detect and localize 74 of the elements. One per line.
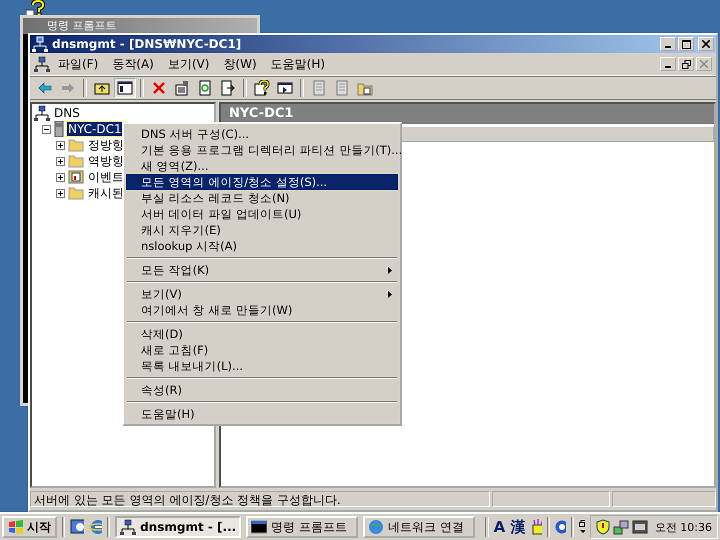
taskbar-button[interactable]: 명령 프롬프트 [246, 516, 358, 538]
menu-item[interactable]: 도움말(H) [264, 54, 332, 74]
minimize-button[interactable] [660, 37, 676, 51]
expander-icon[interactable] [56, 156, 65, 166]
start-button[interactable]: 시작 [2, 516, 57, 538]
help-icon[interactable] [555, 520, 566, 534]
detail-header: NYC-DC1 [221, 104, 714, 124]
menu-item[interactable]: 여기에서 창 새로 만들기(W) [126, 302, 398, 318]
maximize-icon [682, 40, 690, 48]
menu-item[interactable]: 보기(V) [126, 286, 398, 302]
network-icon [120, 519, 136, 535]
close-icon [700, 60, 708, 68]
folder-icon [68, 138, 84, 152]
folder-icon [68, 154, 84, 168]
menu-item[interactable]: 캐시 지우기(E) [126, 222, 398, 238]
menu-item[interactable]: 새 영역(Z)... [126, 158, 398, 174]
menu-item[interactable]: nslookup 시작(A) [126, 238, 398, 254]
status-text: 서버에 있는 모든 영역의 에이징/청소 정책을 구성합니다. [30, 491, 490, 507]
menu-item[interactable]: 보기(V) [162, 54, 216, 74]
tree-item[interactable]: 캐시된 [87, 184, 125, 202]
network-icon [34, 56, 50, 72]
restore-icon [682, 60, 690, 68]
server-icon [54, 121, 64, 137]
windows-logo-icon [8, 520, 24, 534]
tree-item[interactable]: DNS [53, 106, 81, 120]
event-log-icon [68, 170, 84, 184]
globe-icon [368, 519, 384, 535]
pencil-cup-icon[interactable] [530, 519, 542, 535]
pane-icon[interactable] [114, 78, 136, 98]
console-icon [251, 520, 268, 534]
menu-item[interactable]: 삭제(D) [126, 326, 398, 342]
submenu-arrow-icon [388, 266, 392, 274]
network-tray-icon[interactable] [612, 519, 629, 535]
close-icon [702, 40, 710, 48]
clock: 오전 10:36 [654, 520, 712, 534]
menu-item[interactable]: DNS 서버 구성(C)... [126, 126, 398, 142]
maximize-button[interactable] [678, 37, 694, 51]
menu-item[interactable]: 서버 데이터 파일 업데이트(U) [126, 206, 398, 222]
close-button[interactable] [698, 37, 714, 51]
menu-item[interactable]: 새로 고침(F) [126, 342, 398, 358]
taskbar-button[interactable]: dnsmgmt - [... [115, 516, 242, 538]
language-indicator[interactable]: 漢 [510, 518, 526, 536]
window-title: 명령 프롬프트 [47, 19, 116, 32]
restore-button[interactable] [678, 57, 694, 71]
expander-icon[interactable] [56, 188, 65, 198]
menu-item[interactable]: 속성(R) [126, 382, 398, 398]
menu-item[interactable]: 모든 작업(K) [126, 262, 398, 278]
expander-icon[interactable] [42, 124, 51, 134]
folder-icon [68, 186, 84, 200]
menu-item[interactable]: 파일(F) [52, 54, 104, 74]
restore-icon[interactable] [578, 520, 585, 534]
menu-item[interactable]: 목록 내보내기(L)... [126, 358, 398, 374]
shield-icon[interactable] [596, 519, 610, 535]
taskbar-button[interactable]: 네트워크 연결 [363, 516, 476, 538]
tree-item[interactable]: 정방향 [87, 136, 125, 154]
network-icon [34, 105, 50, 121]
menu-item[interactable]: 동작(A) [106, 54, 160, 74]
submenu-arrow-icon [388, 290, 392, 298]
browser-icon[interactable] [88, 518, 102, 536]
expander-icon[interactable] [56, 140, 65, 150]
language-indicator[interactable]: A [494, 518, 506, 536]
menu-item[interactable]: 도움말(H) [126, 406, 398, 422]
tree-item[interactable]: 역방향 [87, 152, 125, 170]
desktop-icon[interactable] [70, 518, 84, 536]
menu-item[interactable]: 창(W) [217, 54, 263, 74]
menu-item[interactable]: 부실 리소스 레코드 청소(N) [126, 190, 398, 206]
menu-item[interactable]: 모든 영역의 에이징/청소 설정(S)... [126, 174, 398, 190]
vm-tray-icon[interactable] [632, 519, 648, 535]
window-title: dnsmgmt - [DNS₩NYC-DC1] [52, 37, 242, 51]
expander-icon[interactable] [56, 172, 65, 182]
minimize-button[interactable] [660, 57, 676, 71]
network-icon [32, 36, 48, 52]
tree-item[interactable]: 이벤트 [87, 168, 125, 186]
tree-item[interactable]: NYC-DC1 [67, 122, 123, 136]
